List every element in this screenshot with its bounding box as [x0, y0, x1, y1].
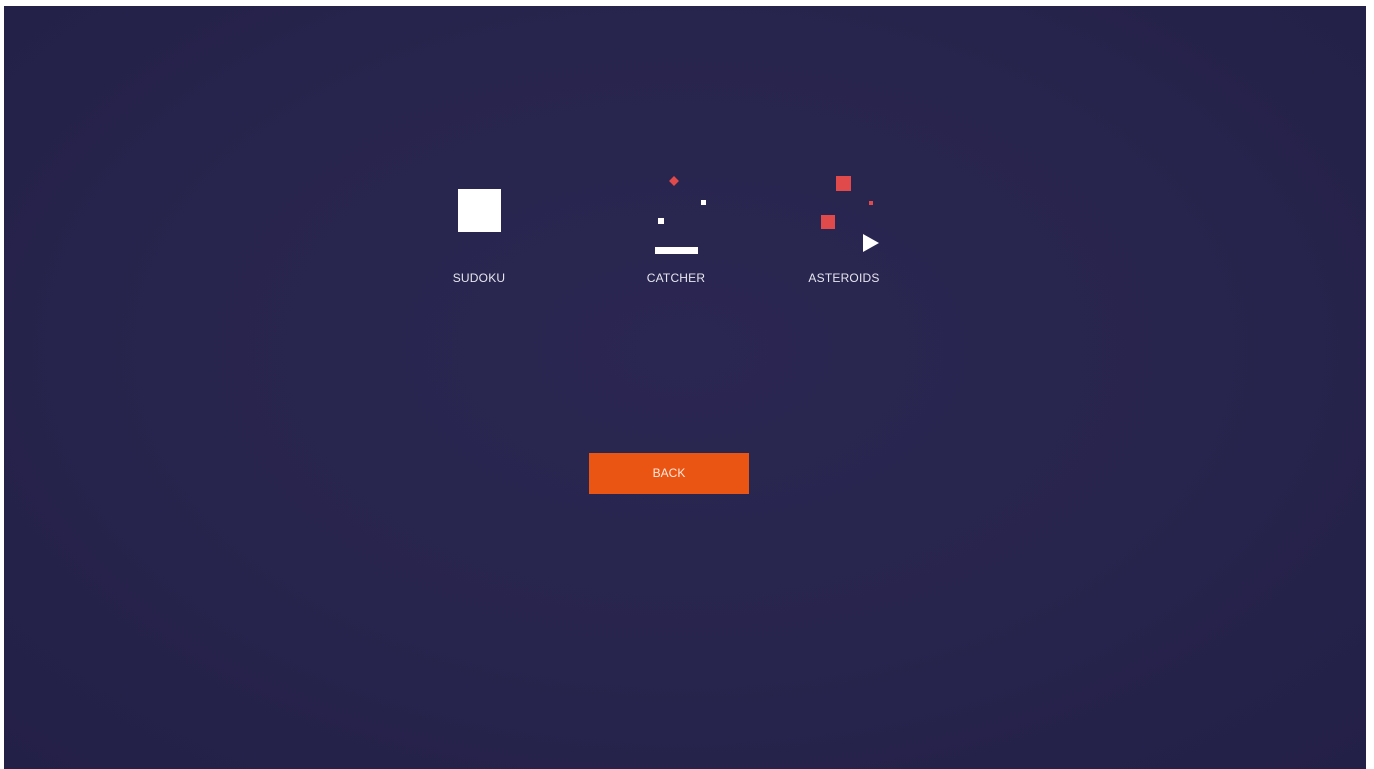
- asteroids-icon: [821, 176, 879, 252]
- game-option-catcher[interactable]: CATCHER: [616, 174, 736, 294]
- game-select-screen: SUDOKU CATCHER ASTEROIDS BACK: [4, 6, 1366, 769]
- game-label-catcher: CATCHER: [646, 271, 706, 285]
- catcher-icon: [655, 176, 706, 254]
- game-option-sudoku[interactable]: SUDOKU: [419, 174, 539, 294]
- game-option-asteroids[interactable]: ASTEROIDS: [784, 174, 904, 294]
- sudoku-icon: [458, 189, 501, 232]
- game-label-asteroids: ASTEROIDS: [808, 271, 880, 285]
- game-label-sudoku: SUDOKU: [452, 271, 506, 285]
- back-button[interactable]: BACK: [589, 453, 749, 494]
